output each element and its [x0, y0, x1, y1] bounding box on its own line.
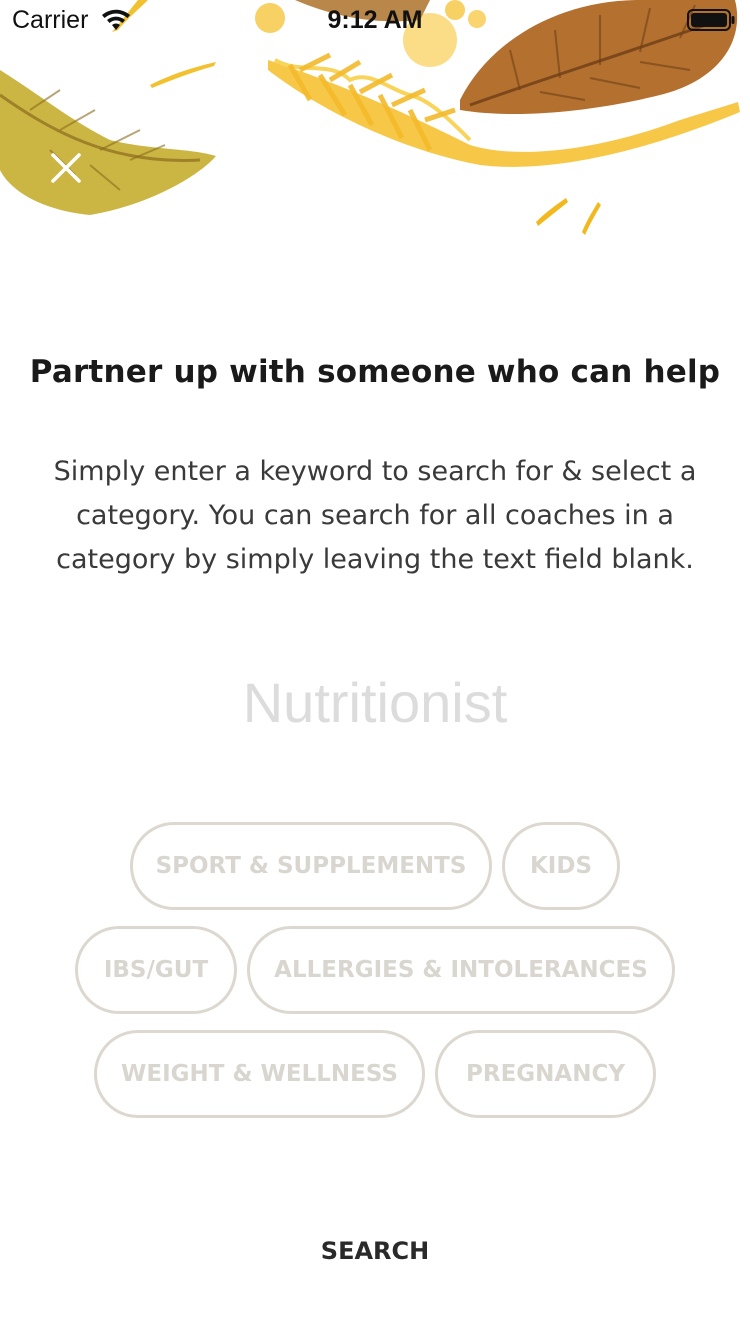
- status-time: 9:12 AM: [327, 6, 423, 34]
- battery-icon: [687, 9, 735, 31]
- screen: Carrier 9:12 AM Partner up with someone …: [0, 0, 750, 1334]
- category-chip-pregnancy[interactable]: PREGNANCY: [435, 1030, 656, 1118]
- keyword-search-input[interactable]: [100, 660, 650, 744]
- search-button[interactable]: SEARCH: [275, 1225, 475, 1277]
- page-title: Partner up with someone who can help: [29, 354, 721, 390]
- close-button[interactable]: [36, 138, 96, 198]
- category-chip-kids[interactable]: KIDS: [502, 822, 620, 910]
- instructions-text: Simply enter a keyword to search for & s…: [53, 456, 697, 575]
- category-chip-sport-supplements[interactable]: SPORT & SUPPLEMENTS: [130, 822, 492, 910]
- category-chip-ibs-gut[interactable]: IBS/GUT: [75, 926, 237, 1014]
- category-chip-weight-wellness[interactable]: WEIGHT & WELLNESS: [94, 1030, 425, 1118]
- close-icon: [51, 153, 81, 183]
- category-chip-allergies-intolerances[interactable]: ALLERGIES & INTOLERANCES: [247, 926, 675, 1014]
- status-bar: Carrier 9:12 AM: [0, 0, 750, 40]
